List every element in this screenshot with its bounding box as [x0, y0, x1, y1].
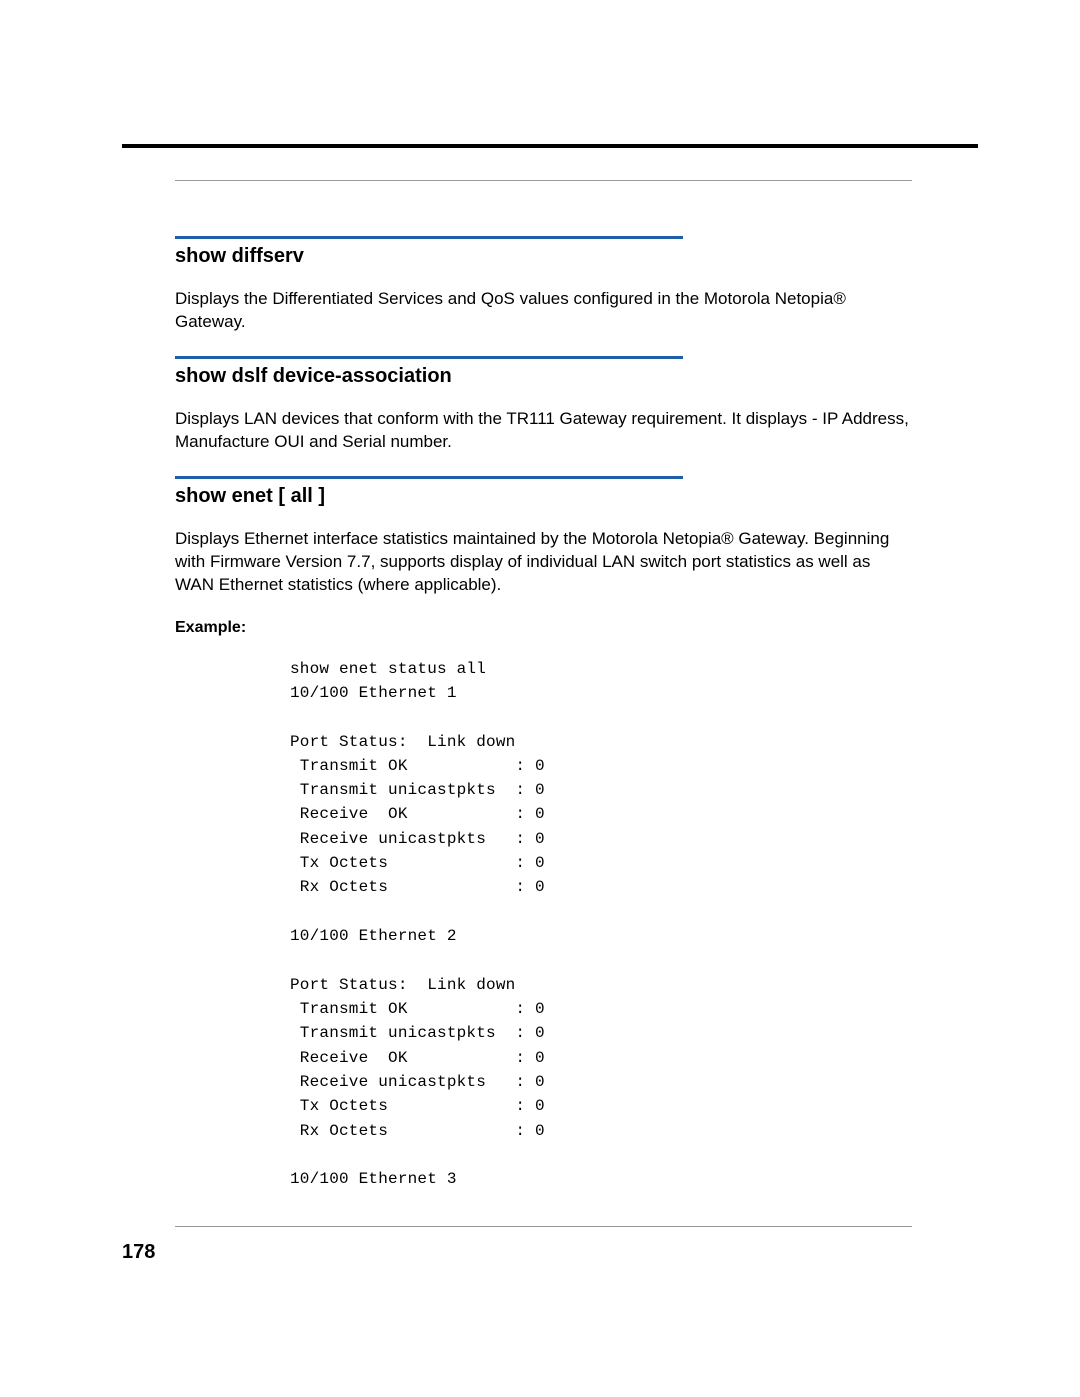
content-area: show diffserv Displays the Differentiate… — [175, 180, 912, 1197]
command-rule — [175, 236, 683, 239]
section-show-diffserv: show diffserv Displays the Differentiate… — [175, 236, 912, 334]
command-heading: show dslf device-association — [175, 365, 912, 388]
body-text: Displays Ethernet interface statistics m… — [175, 528, 912, 597]
example-code: show enet status all 10/100 Ethernet 1 P… — [290, 657, 912, 1192]
command-rule — [175, 356, 683, 359]
section-show-dslf: show dslf device-association Displays LA… — [175, 356, 912, 454]
footer-rule — [175, 1226, 912, 1227]
command-heading: show diffserv — [175, 245, 912, 268]
command-heading: show enet [ all ] — [175, 485, 912, 508]
body-text: Displays the Differentiated Services and… — [175, 288, 912, 334]
body-text: Displays LAN devices that conform with t… — [175, 408, 912, 454]
page-top-rule — [122, 144, 978, 148]
example-label: Example: — [175, 619, 912, 637]
page-number: 178 — [122, 1241, 155, 1264]
command-rule — [175, 476, 683, 479]
section-show-enet: show enet [ all ] Displays Ethernet inte… — [175, 476, 912, 1192]
